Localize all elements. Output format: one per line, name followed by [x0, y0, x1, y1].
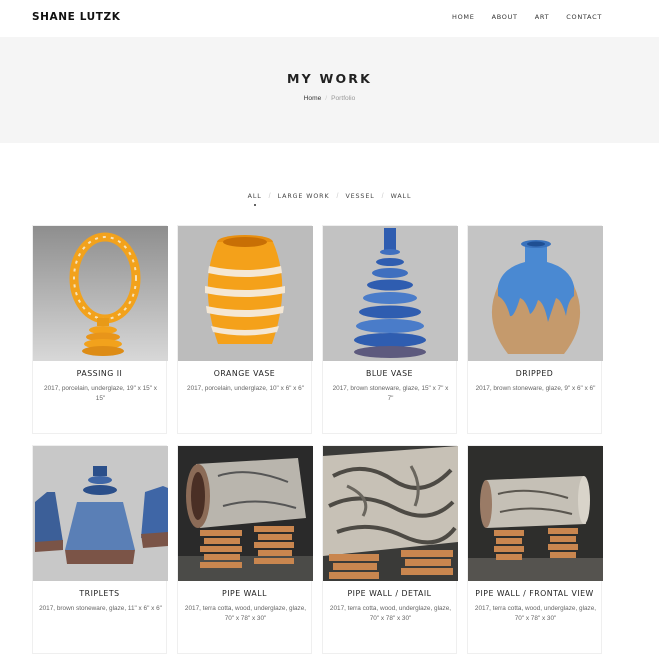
page-title: MY WORK [287, 71, 372, 86]
portfolio-card-pipe-wall-frontal-view[interactable]: PIPE WALL / FRONTAL VIEW 2017, terra cot… [467, 445, 603, 654]
artwork-description: 2017, brown stoneware, glaze, 11" x 6" x… [39, 605, 162, 612]
artwork-description: 2017, terra cotta, wood, underglaze, gla… [474, 605, 597, 622]
artwork-image[interactable] [323, 446, 458, 581]
portfolio-card-dripped[interactable]: DRIPPED 2017, brown stoneware, glaze, 9"… [467, 225, 603, 434]
artwork-image[interactable] [468, 226, 603, 361]
page-header: MY WORK Home / Portfolio [0, 37, 659, 143]
site-logo[interactable]: SHANE LUTZK [32, 11, 120, 23]
portfolio-card-blue-vase[interactable]: BLUE VASE 2017, brown stoneware, glaze, … [322, 225, 458, 434]
artwork-title[interactable]: TRIPLETS [33, 589, 166, 598]
artwork-description: 2017, terra cotta, wood, underglaze, gla… [184, 605, 307, 622]
filter-wall[interactable]: WALL [391, 193, 412, 200]
filter-large-work[interactable]: LARGE WORK [278, 193, 330, 200]
artwork-image[interactable] [323, 226, 458, 361]
artwork-title[interactable]: PIPE WALL / FRONTAL VIEW [468, 589, 601, 598]
portfolio-card-pipe-wall-detail[interactable]: PIPE WALL / DETAIL 2017, terra cotta, wo… [322, 445, 458, 654]
portfolio-card-pipe-wall[interactable]: PIPE WALL 2017, terra cotta, wood, under… [177, 445, 313, 654]
portfolio-filters: ALL / LARGE WORK / VESSEL / WALL [0, 193, 659, 206]
artwork-title[interactable]: PIPE WALL [178, 589, 311, 598]
breadcrumb-separator: / [325, 95, 328, 102]
nav-contact[interactable]: CONTACT [566, 13, 602, 21]
artwork-image[interactable] [178, 226, 313, 361]
artwork-image[interactable] [33, 226, 168, 361]
artwork-image[interactable] [178, 446, 313, 581]
artwork-title[interactable]: ORANGE VASE [178, 369, 311, 378]
nav-art[interactable]: ART [535, 13, 550, 21]
artwork-title[interactable]: DRIPPED [468, 369, 601, 378]
nav-home[interactable]: HOME [452, 13, 475, 21]
breadcrumb: Home / Portfolio [0, 95, 659, 102]
artwork-description: 2017, brown stoneware, glaze, 15" x 7" x… [332, 385, 449, 402]
artwork-description: 2017, brown stoneware, glaze, 9" x 6" x … [475, 385, 596, 392]
breadcrumb-home[interactable]: Home [304, 95, 322, 102]
filter-separator: / [336, 193, 339, 200]
artwork-title[interactable]: PASSING II [33, 369, 166, 378]
portfolio-card-triplets[interactable]: TRIPLETS 2017, brown stoneware, glaze, 1… [32, 445, 168, 654]
artwork-description: 2017, porcelain, underglaze, 19" x 15" x… [44, 385, 157, 402]
breadcrumb-current: Portfolio [331, 95, 356, 102]
artwork-title[interactable]: BLUE VASE [323, 369, 456, 378]
artwork-title[interactable]: PIPE WALL / DETAIL [323, 589, 456, 598]
artwork-description: 2017, terra cotta, wood, underglaze, gla… [329, 605, 452, 622]
portfolio-card-passing-ii[interactable]: PASSING II 2017, porcelain, underglaze, … [32, 225, 168, 434]
artwork-image[interactable] [468, 446, 603, 581]
artwork-description: 2017, porcelain, underglaze, 10" x 6" x … [187, 385, 304, 392]
filter-separator: / [268, 193, 271, 200]
main-nav: HOME ABOUT ART CONTACT [452, 13, 602, 21]
filter-all[interactable]: ALL [248, 193, 262, 206]
filter-vessel[interactable]: VESSEL [345, 193, 374, 200]
portfolio-card-orange-vase[interactable]: ORANGE VASE 2017, porcelain, underglaze,… [177, 225, 313, 434]
top-navbar: SHANE LUTZK HOME ABOUT ART CONTACT [0, 0, 659, 37]
nav-about[interactable]: ABOUT [492, 13, 518, 21]
artwork-image[interactable] [33, 446, 168, 581]
filter-separator: / [381, 193, 384, 200]
